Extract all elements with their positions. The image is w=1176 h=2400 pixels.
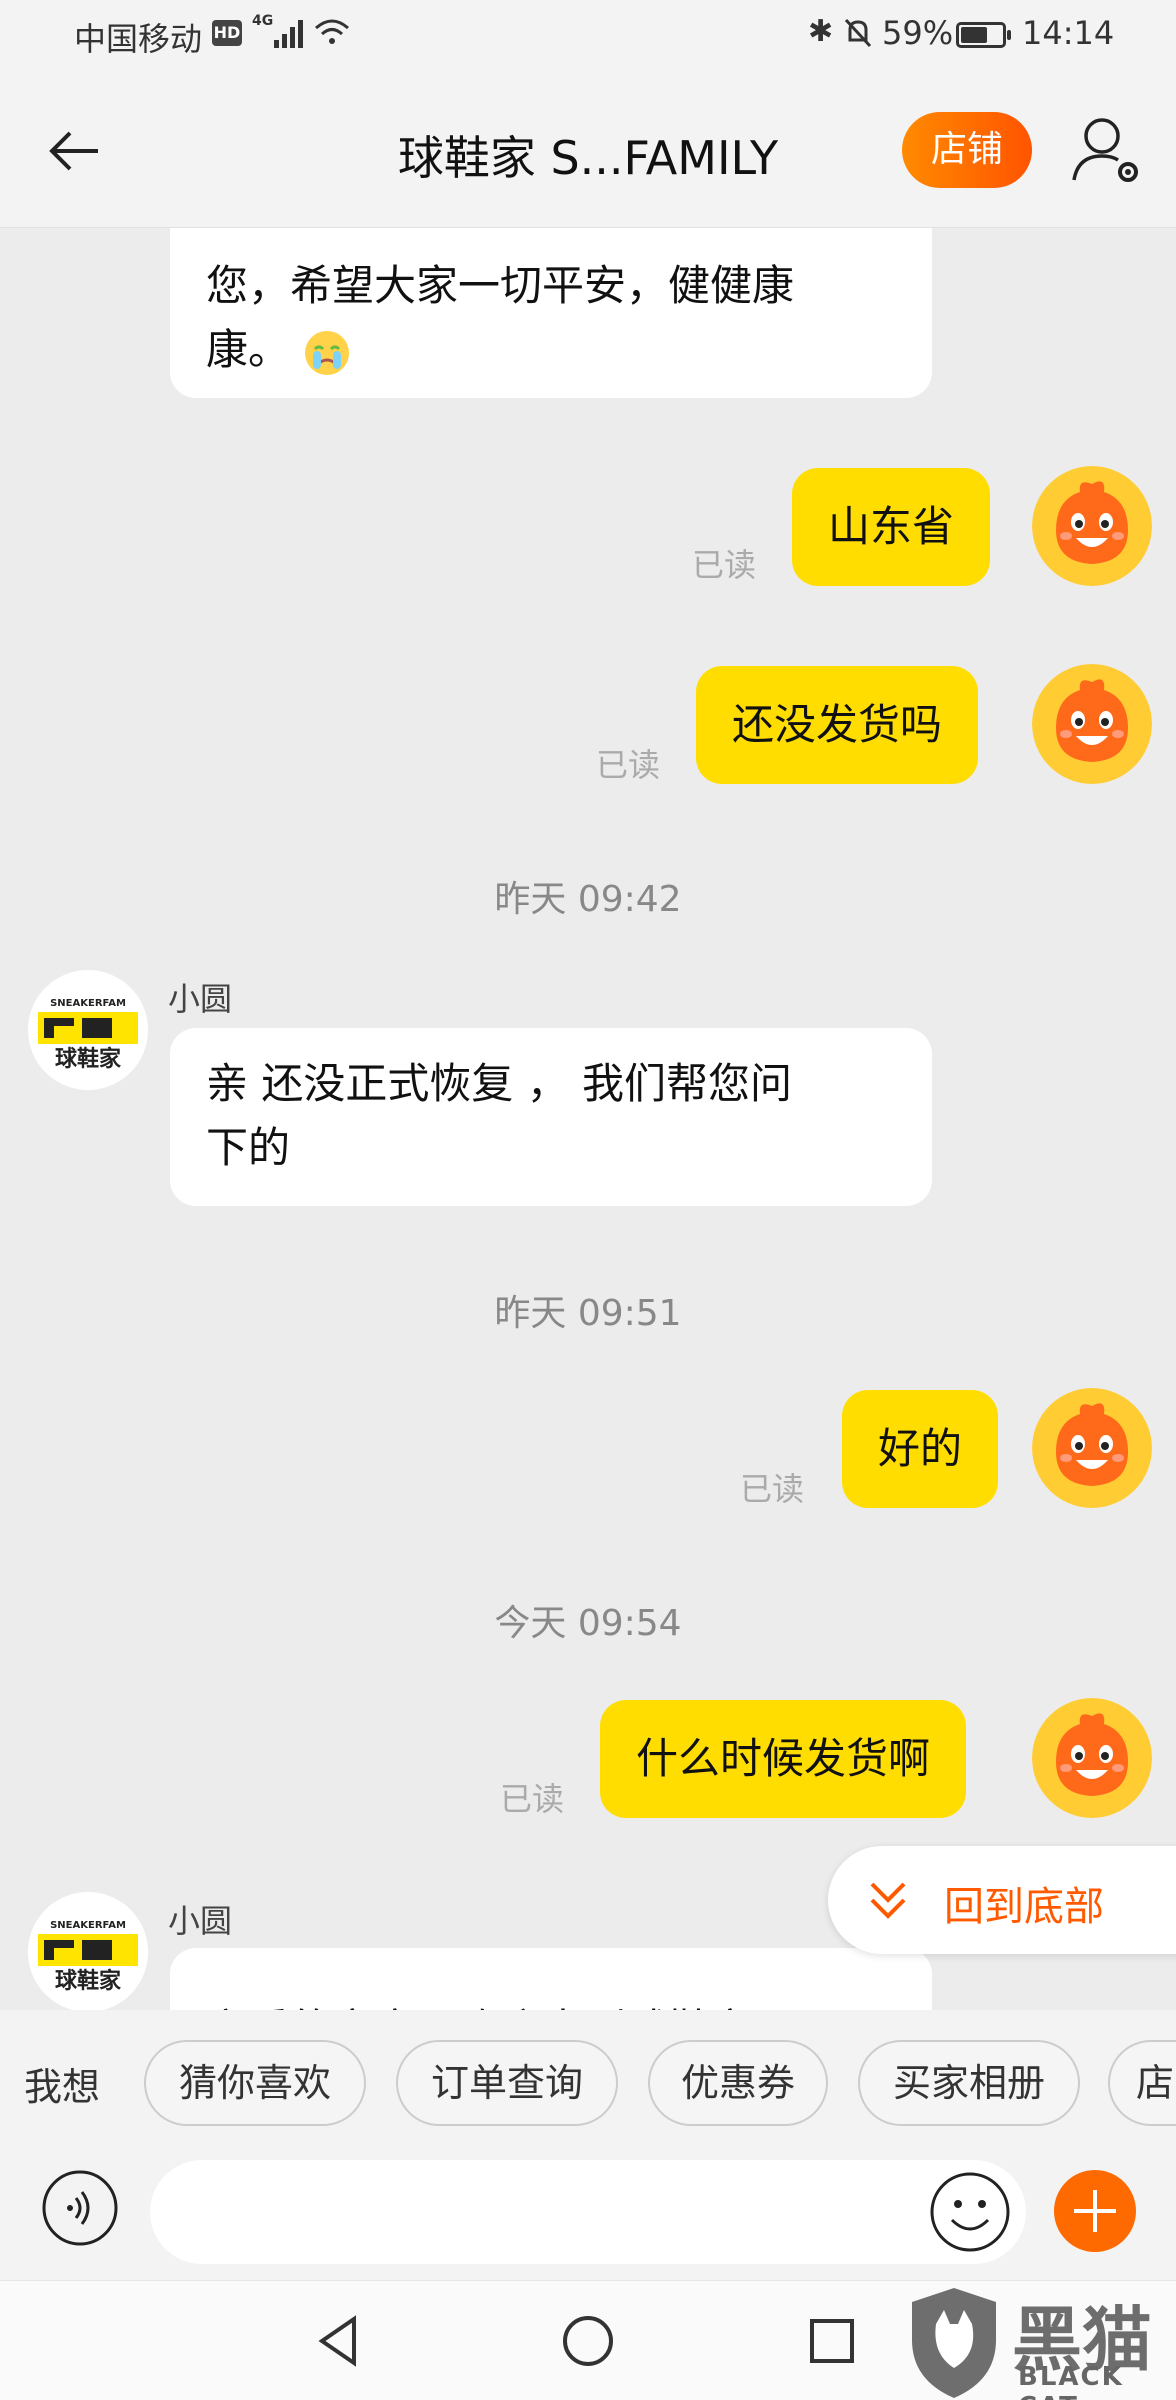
wifi-icon	[315, 19, 349, 44]
plus-icon	[1074, 2190, 1116, 2232]
sneaker-family-logo-icon: SNEAKERFAM 球鞋家	[28, 970, 148, 1090]
message-text: 下的	[206, 1123, 291, 1172]
nav-recents-icon[interactable]	[800, 2309, 864, 2373]
message-bubble-incoming: 亲 还没正式恢复 ， 我们帮您问 下的	[170, 1028, 932, 1206]
svg-text:SNEAKERFAM: SNEAKERFAM	[50, 1920, 126, 1931]
mute-bell-icon	[844, 18, 872, 48]
carrier-label: 中国移动	[74, 20, 203, 58]
message-list[interactable]: 您，希望大家一切平安，健健康 康。 已读 山东省 已读 还没发货吗 昨天 09:…	[0, 228, 1176, 2010]
clock: 14:14	[1022, 14, 1115, 52]
quick-reply-prefix: 我想	[24, 2065, 101, 2109]
scroll-to-bottom-label: 回到底部	[944, 1884, 1104, 1930]
message-text: 亲 还没正式恢复 ， 我们帮您问	[206, 1059, 793, 1108]
message-input[interactable]	[150, 2160, 1026, 2264]
quick-reply-chip[interactable]: 猜你喜欢	[144, 2040, 366, 2126]
message-bubble-outgoing: 什么时候发货啊	[600, 1700, 967, 1818]
message-text: 您，希望大家一切平安，健健康	[206, 261, 795, 310]
my-avatar[interactable]	[1032, 1698, 1152, 1818]
black-cat-watermark: 黑猫 BLACK CAT	[900, 2284, 1176, 2400]
message-bubble-incoming: 亲爱的客官，欢迎来到球鞋家	[170, 1948, 932, 2010]
emoji-icon[interactable]	[928, 2170, 1012, 2254]
input-bar	[0, 2160, 1176, 2280]
user-settings-icon[interactable]	[1068, 110, 1148, 190]
quick-reply-chip[interactable]: 优惠券	[648, 2040, 828, 2126]
message-bubble-outgoing: 还没发货吗	[696, 666, 979, 784]
more-options-button[interactable]	[1054, 2170, 1136, 2252]
chat-header: 球鞋家 S...FAMILY 店铺	[0, 72, 1176, 228]
battery-icon	[956, 22, 1011, 48]
crying-emoji-icon	[305, 330, 350, 375]
sender-name: 小圆	[168, 980, 233, 1018]
timestamp: 今天 09:54	[494, 1603, 682, 1644]
my-avatar[interactable]	[1032, 466, 1152, 586]
voice-input-icon[interactable]	[40, 2168, 120, 2248]
shop-avatar[interactable]: SNEAKERFAM 球鞋家	[28, 1892, 148, 2010]
watermark-en: BLACK CAT	[1018, 2362, 1124, 2400]
hd-badge: HD	[212, 20, 242, 46]
svg-text:SNEAKERFAM: SNEAKERFAM	[50, 998, 126, 1009]
nav-back-icon[interactable]	[308, 2309, 372, 2373]
signal-icon	[274, 20, 303, 48]
mascot-avatar-icon	[1032, 1388, 1152, 1508]
sneaker-family-logo-icon: SNEAKERFAM 球鞋家	[28, 1892, 148, 2010]
battery-percent: 59%	[882, 14, 954, 52]
quick-reply-bar: 我想 猜你喜欢 订单查询 优惠券 买家相册 店	[0, 2010, 1176, 2160]
status-bar: 中国移动 HD 4G ✱ 59% 14:14	[0, 0, 1176, 72]
read-receipt: 已读	[596, 746, 661, 784]
quick-reply-chip[interactable]: 订单查询	[396, 2040, 618, 2126]
svg-text:球鞋家: 球鞋家	[55, 1046, 122, 1072]
bluetooth-icon: ✱	[808, 14, 834, 49]
network-type: 4G	[252, 13, 274, 29]
message-bubble-outgoing: 好的	[842, 1390, 999, 1508]
mascot-avatar-icon	[1032, 1698, 1152, 1818]
my-avatar[interactable]	[1032, 1388, 1152, 1508]
message-text: 亲爱的客官，欢迎来到球鞋家	[206, 1998, 896, 2010]
shop-button[interactable]: 店铺	[902, 112, 1032, 188]
cat-shield-icon	[912, 2288, 996, 2398]
read-receipt: 已读	[500, 1780, 565, 1818]
sender-name: 小圆	[168, 1902, 233, 1940]
timestamp: 昨天 09:42	[494, 879, 682, 920]
svg-text:球鞋家: 球鞋家	[55, 1968, 122, 1994]
my-avatar[interactable]	[1032, 664, 1152, 784]
shop-avatar[interactable]: SNEAKERFAM 球鞋家	[28, 970, 148, 1090]
mascot-avatar-icon	[1032, 466, 1152, 586]
nav-home-icon[interactable]	[556, 2309, 620, 2373]
timestamp: 昨天 09:51	[494, 1293, 682, 1334]
read-receipt: 已读	[740, 1470, 805, 1508]
message-text: 康。	[206, 318, 896, 382]
read-receipt: 已读	[692, 546, 757, 584]
mascot-avatar-icon	[1032, 664, 1152, 784]
message-bubble-incoming: 您，希望大家一切平安，健健康 康。	[170, 228, 932, 398]
quick-reply-chip[interactable]: 买家相册	[858, 2040, 1080, 2126]
scroll-to-bottom-button[interactable]: 回到底部	[828, 1846, 1176, 1954]
message-bubble-outgoing: 山东省	[792, 468, 991, 586]
quick-reply-chip[interactable]: 店	[1108, 2040, 1176, 2126]
double-chevron-down-icon	[870, 1882, 906, 1919]
